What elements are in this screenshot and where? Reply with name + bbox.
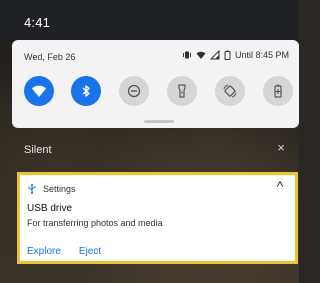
alarm-text: Until 8:45 PM	[234, 50, 289, 60]
dnd-icon	[127, 84, 141, 98]
status-bar: 4:41	[0, 0, 299, 40]
notification-app-row: Settings	[27, 183, 76, 194]
rotate-icon	[223, 84, 237, 98]
quick-settings-panel: Wed, Feb 26 Until 8:45 PM	[12, 40, 299, 128]
vibrate-icon	[182, 51, 191, 59]
notification-app-name: Settings	[43, 183, 76, 194]
auto-rotate-tile[interactable]	[215, 76, 245, 106]
bluetooth-tile[interactable]	[71, 76, 101, 106]
silent-label: Silent	[24, 144, 52, 156]
eject-button[interactable]: Eject	[79, 246, 101, 257]
flashlight-tile[interactable]	[167, 76, 197, 106]
explore-button[interactable]: Explore	[27, 246, 61, 257]
notification-actions: Explore Eject	[27, 246, 101, 257]
bluetooth-icon	[82, 85, 90, 97]
expand-collapse-icon[interactable]: ^	[271, 178, 289, 194]
wifi-status-icon	[196, 51, 206, 59]
date-label: Wed, Feb 26	[24, 52, 76, 62]
wifi-icon	[32, 85, 46, 97]
notification-title: USB drive	[27, 203, 73, 214]
usb-icon	[28, 183, 36, 194]
status-icons: Until 8:45 PM	[182, 50, 289, 60]
battery-saver-icon	[274, 84, 282, 98]
alarm-battery-icon	[224, 50, 231, 60]
battery-saver-tile[interactable]	[263, 76, 293, 106]
flashlight-icon	[178, 84, 186, 98]
silent-section-header: Silent ×	[0, 136, 299, 166]
close-icon[interactable]: ×	[273, 140, 289, 156]
do-not-disturb-tile[interactable]	[119, 76, 149, 106]
cell-signal-icon	[209, 50, 220, 60]
panel-drag-handle[interactable]	[144, 120, 174, 123]
notification-text: For transferring photos and media	[27, 218, 163, 228]
usb-notification-card[interactable]: Settings ^ USB drive For transferring ph…	[17, 172, 298, 264]
clock: 4:41	[24, 15, 51, 30]
wifi-tile[interactable]	[24, 76, 54, 106]
